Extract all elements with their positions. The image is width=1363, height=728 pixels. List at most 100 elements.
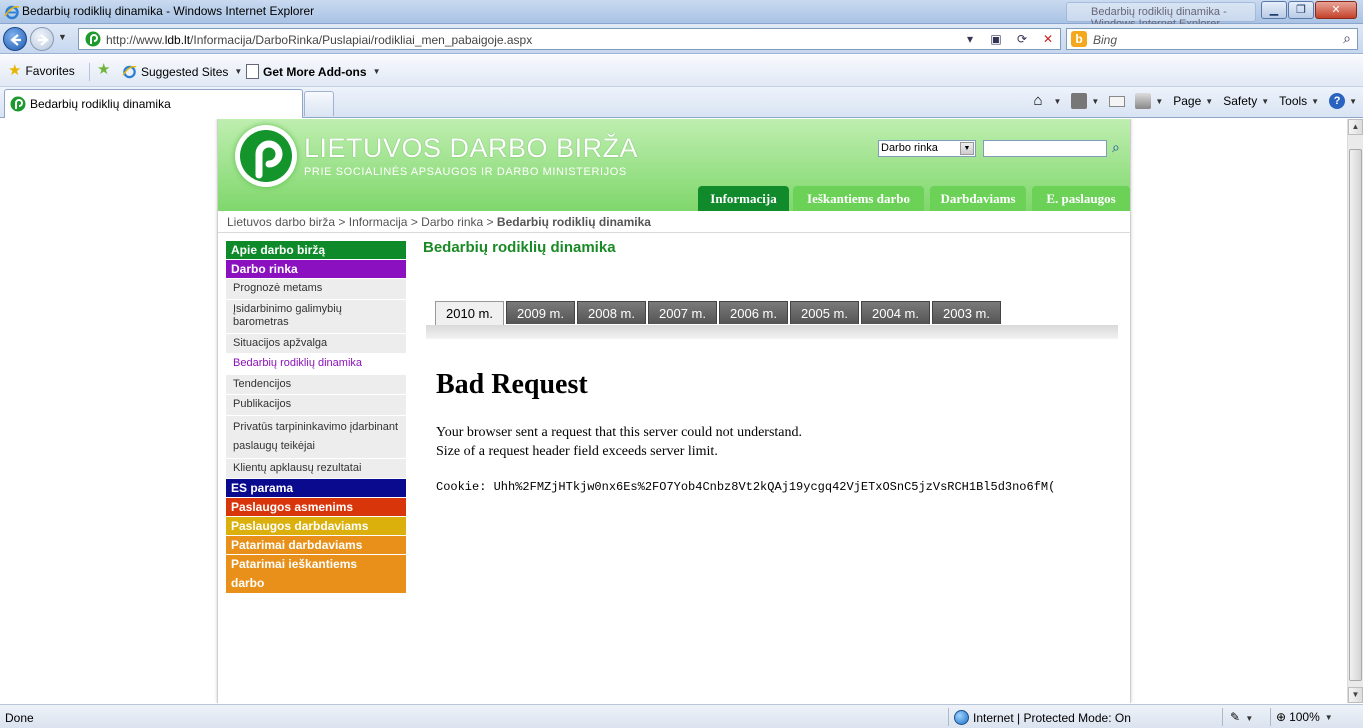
nav-patarimai-ieskantiems[interactable]: Patarimai ieškantiems darbo [226, 555, 406, 593]
recent-pages-dropdown[interactable]: ▼ [58, 32, 67, 42]
tools-menu-label: Tools [1279, 94, 1308, 108]
year-tab-2005[interactable]: 2005 m. [790, 301, 859, 324]
page-menu-label: Page [1173, 94, 1202, 108]
window-titlebar: Bedarbių rodiklių dinamika - Windows Int… [0, 0, 1363, 30]
nav-darbo-rinka[interactable]: Darbo rinka [226, 260, 406, 278]
window-controls: ▁ ❐ ✕ [1260, 1, 1357, 19]
scroll-up-arrow[interactable]: ▲ [1348, 119, 1363, 135]
mail-icon [1109, 95, 1126, 107]
protected-mode-icon[interactable]: ✎ ▼ [1230, 710, 1253, 724]
ie-logo-icon [4, 5, 20, 20]
safety-menu-dropdown-icon: ▼ [1261, 96, 1270, 106]
compatibility-view-icon[interactable]: ▣ [988, 31, 1004, 47]
printer-icon [1135, 93, 1152, 109]
year-tab-2008[interactable]: 2008 m. [577, 301, 646, 324]
tab-darbdaviams[interactable]: Darbdaviams [930, 186, 1026, 211]
status-text: Done [5, 711, 34, 725]
nav-apie-darbo-birza[interactable]: Apie darbo biržą [226, 241, 406, 259]
nav-paslaugos-asmenims[interactable]: Paslaugos asmenims [226, 498, 406, 516]
breadcrumb-home-link[interactable]: Lietuvos darbo birža [227, 215, 335, 229]
add-favorite-button[interactable]: ★ [97, 62, 110, 77]
year-tab-2006[interactable]: 2006 m. [719, 301, 788, 324]
site-logo[interactable] [235, 125, 297, 187]
page-menu[interactable]: Page ▼ [1173, 94, 1213, 108]
nav-sub-situacijos[interactable]: Situacijos apžvalga [226, 333, 406, 353]
scroll-down-arrow[interactable]: ▼ [1348, 687, 1363, 703]
error-message: Your browser sent a request that this se… [436, 423, 802, 461]
tab-active[interactable]: Bedarbių rodiklių dinamika [4, 89, 303, 118]
tools-menu[interactable]: Tools ▼ [1279, 94, 1319, 108]
help-button[interactable]: ? ▼ [1329, 93, 1357, 109]
tab-informacija[interactable]: Informacija [698, 186, 789, 211]
tab-ieskantiems-darbo[interactable]: Ieškantiems darbo [793, 186, 924, 211]
rss-feed-icon [1071, 93, 1088, 109]
suggested-sites-button[interactable]: Suggested Sites ▼ [122, 64, 242, 79]
security-zone[interactable]: Internet | Protected Mode: On [954, 710, 1131, 725]
nav-sub-prognoze[interactable]: Prognozė metams [226, 279, 406, 299]
safety-menu[interactable]: Safety ▼ [1223, 94, 1269, 108]
new-tab-button[interactable] [304, 91, 334, 116]
favorites-button[interactable]: ★ Favorites [8, 63, 75, 78]
breadcrumb-informacija-link[interactable]: Informacija [349, 215, 408, 229]
zoom-icon: ⊕ [1276, 710, 1287, 724]
back-button[interactable] [3, 27, 27, 51]
address-field[interactable]: http://www.ldb.lt/Informacija/DarboRinka… [78, 28, 1061, 50]
feeds-button[interactable]: ▼ [1071, 93, 1099, 109]
address-toolbar: ▼ http://www.ldb.lt/Informacija/DarboRin… [0, 24, 1363, 54]
url-text: http://www.ldb.lt/Informacija/DarboRinka… [106, 33, 533, 47]
zoom-level: 100% [1289, 710, 1320, 724]
search-box[interactable]: b Bing ⌕ [1066, 28, 1358, 50]
search-icon[interactable]: ⌕ [1343, 30, 1351, 47]
year-tab-2010[interactable]: 2010 m. [435, 301, 504, 325]
zoom-control[interactable]: ⊕ 100% ▼ [1276, 710, 1333, 724]
nav-sub-barometras[interactable]: Įsidarbinimo galimybių barometras [226, 299, 406, 333]
year-tab-2004[interactable]: 2004 m. [861, 301, 930, 324]
nav-sub-klientu-apklausos[interactable]: Klientų apklausų rezultatai [226, 458, 406, 478]
nav-sub-tendencijos[interactable]: Tendencijos [226, 374, 406, 394]
site-brand-subtitle: PRIE SOCIALINĖS APSAUGOS IR DARBO MINIST… [304, 166, 627, 178]
nav-es-parama[interactable]: ES parama [226, 479, 406, 497]
favbar-separator [89, 63, 90, 81]
breadcrumb-separator: > [338, 215, 346, 229]
tab-favicon-icon [10, 96, 26, 112]
error-line-2: Size of a request header field exceeds s… [436, 444, 718, 459]
vertical-scrollbar[interactable]: ▲ ▼ [1347, 119, 1363, 703]
breadcrumb-divider [218, 232, 1130, 233]
tab-e-paslaugos[interactable]: E. paslaugos [1032, 186, 1130, 211]
forward-button[interactable] [30, 27, 54, 51]
back-arrow-icon [10, 34, 21, 46]
refresh-icon[interactable]: ⟳ [1014, 31, 1030, 47]
nav-patarimai-darbdaviams[interactable]: Patarimai darbdaviams [226, 536, 406, 554]
site-search-scope-select[interactable]: Darbo rinka ▼ [878, 140, 976, 157]
year-tab-2007[interactable]: 2007 m. [648, 301, 717, 324]
home-button[interactable]: ⌂ ▼ [1033, 93, 1061, 109]
site-brand-title: LIETUVOS DARBO BIRŽA [304, 133, 639, 163]
tools-menu-dropdown-icon: ▼ [1311, 96, 1320, 106]
year-tab-2003[interactable]: 2003 m. [932, 301, 1001, 324]
scroll-thumb[interactable] [1349, 149, 1362, 681]
read-mail-button[interactable] [1109, 95, 1126, 107]
nav-paslaugos-darbdaviams[interactable]: Paslaugos darbdaviams [226, 517, 406, 535]
breadcrumb-darbo-rinka-link[interactable]: Darbo rinka [421, 215, 483, 229]
error-cookie-dump: Cookie: Uhh%2FMZjHTkjw0nx6Es%2FO7Yob4Cnb… [436, 480, 1056, 494]
get-addons-button[interactable]: Get More Add-ons ▼ [246, 64, 380, 79]
close-window-button[interactable]: ✕ [1315, 1, 1357, 19]
address-dropdown-icon[interactable]: ▾ [962, 31, 978, 47]
nav-sub-publikacijos[interactable]: Publikacijos [226, 395, 406, 415]
nav-sub-privatus-tarpininkai[interactable]: Privatūs tarpininkavimo įdarbinant pasla… [226, 415, 406, 458]
site-search-icon[interactable]: ⌕ [1112, 139, 1120, 156]
restore-button[interactable]: ❐ [1288, 1, 1314, 19]
print-dropdown-icon: ▼ [1155, 96, 1164, 106]
print-button[interactable]: ▼ [1135, 93, 1163, 109]
status-separator [1270, 708, 1271, 726]
site-container: LIETUVOS DARBO BIRŽA PRIE SOCIALINĖS APS… [217, 119, 1131, 703]
ldb-logo-icon [240, 130, 292, 182]
suggested-sites-label: Suggested Sites [141, 64, 229, 79]
site-header: LIETUVOS DARBO BIRŽA PRIE SOCIALINĖS APS… [218, 119, 1130, 211]
nav-sub-bedarbiu-dinamika[interactable]: Bedarbių rodiklių dinamika [226, 354, 406, 374]
status-separator [1222, 708, 1223, 726]
minimize-button[interactable]: ▁ [1261, 1, 1287, 19]
site-search-input[interactable] [983, 140, 1107, 157]
stop-icon[interactable]: ✕ [1040, 31, 1056, 47]
year-tab-2009[interactable]: 2009 m. [506, 301, 575, 324]
